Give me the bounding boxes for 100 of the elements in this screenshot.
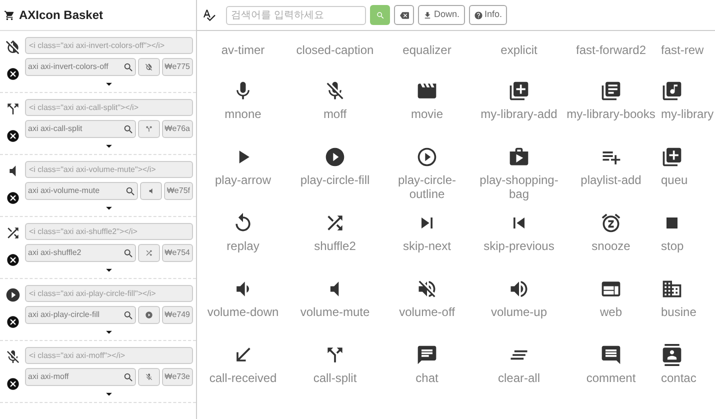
invert-colors-off-icon: [144, 63, 153, 71]
class-name: axi axi-invert-colors-off: [28, 61, 108, 73]
icon-label: comment: [586, 371, 636, 385]
mic-off-icon[interactable]: [324, 80, 346, 102]
toolbar-button[interactable]: Info.: [468, 5, 508, 25]
search-icon[interactable]: [122, 248, 134, 258]
icon-label: queu: [661, 173, 688, 187]
call-split-icon: [5, 101, 21, 117]
icon-preview-button[interactable]: [138, 306, 160, 324]
library-music-icon[interactable]: [661, 80, 683, 102]
shuffle-icon: [144, 249, 153, 257]
icon-label: chat: [416, 371, 438, 385]
code-field[interactable]: <i class="axi axi-volume-mute"></i>: [25, 161, 193, 178]
remove-icon[interactable]: [6, 315, 20, 329]
contact-card-icon[interactable]: [661, 344, 683, 366]
class-field[interactable]: axi axi-shuffle2: [25, 244, 136, 262]
remove-icon[interactable]: [6, 67, 20, 81]
mic-off-icon: [144, 373, 153, 381]
class-field[interactable]: axi axi-call-split: [25, 120, 136, 138]
invert-colors-off-icon: [5, 39, 21, 55]
code-field[interactable]: <i class="axi axi-play-circle-fill"></i>: [25, 285, 193, 302]
shopping-bag-icon[interactable]: [508, 146, 530, 168]
icon-label: call-received: [209, 371, 277, 385]
icon-label: busine: [661, 305, 696, 319]
search-icon[interactable]: [122, 124, 134, 134]
speaker-icon: [146, 187, 155, 195]
icon-label: play-shopping-bag: [478, 173, 560, 201]
library-add-icon[interactable]: [508, 80, 530, 102]
icon-label: volume-down: [207, 305, 279, 319]
icon-label: volume-up: [490, 305, 548, 319]
icon-label: my-library-books: [566, 107, 656, 121]
icon-label: explicit: [500, 43, 538, 57]
class-field[interactable]: axi axi-moff: [25, 368, 136, 386]
icon-label: replay: [226, 239, 260, 253]
icon-label: my-library: [661, 107, 714, 121]
class-field[interactable]: axi axi-play-circle-fill: [25, 306, 136, 324]
search-icon[interactable]: [122, 62, 134, 72]
icon-label: skip-previous: [484, 239, 554, 253]
icon-label: skip-next: [402, 239, 452, 253]
unicode-field[interactable]: ₩e749: [162, 306, 193, 324]
library-books-icon[interactable]: [600, 80, 622, 102]
alarm-clock-icon[interactable]: [600, 212, 622, 234]
icon-label: play-arrow: [214, 173, 271, 187]
icon-label: play-circle-outline: [396, 173, 457, 201]
icon-label: stop: [661, 239, 684, 253]
class-name: axi axi-moff: [28, 371, 69, 383]
icon-label: shuffle2: [314, 239, 356, 253]
icon-label: mnone: [224, 107, 262, 121]
code-field[interactable]: <i class="axi axi-moff"></i>: [25, 347, 193, 364]
icon-label: contac: [661, 371, 696, 385]
icon-preview-button[interactable]: [138, 58, 160, 76]
volume-off-icon[interactable]: [416, 278, 438, 300]
unicode-field[interactable]: ₩e75f: [164, 182, 193, 200]
call-split-icon: [144, 125, 153, 133]
icon-label: snooze: [592, 239, 630, 253]
icon-label: play-circle-fill: [300, 173, 370, 187]
icon-label: playlist-add: [580, 173, 642, 187]
icon-label: volume-mute: [300, 305, 370, 319]
clear-button[interactable]: [394, 5, 414, 25]
unicode-field[interactable]: ₩e775: [162, 58, 193, 76]
icon-label: equalizer: [402, 43, 452, 57]
search-icon[interactable]: [124, 186, 136, 196]
class-name: axi axi-shuffle2: [28, 247, 82, 259]
volume-up-icon[interactable]: [508, 278, 530, 300]
remove-icon[interactable]: [6, 129, 20, 143]
icon-label: clear-all: [498, 371, 540, 385]
search-icon[interactable]: [122, 310, 134, 320]
download-icon: [423, 10, 432, 20]
font-icon: [202, 8, 216, 22]
class-field[interactable]: axi axi-invert-colors-off: [25, 58, 136, 76]
backspace-icon: [400, 10, 408, 20]
help-icon: [474, 10, 483, 20]
class-name: axi axi-volume-mute: [28, 185, 100, 197]
chat-bubble-icon[interactable]: [416, 344, 438, 366]
unicode-field[interactable]: ₩e73e: [162, 368, 193, 386]
search-icon: [376, 10, 384, 20]
code-field[interactable]: <i class="axi axi-invert-colors-off"></i>: [25, 37, 193, 54]
class-name: axi axi-call-split: [28, 123, 82, 135]
queue-icon[interactable]: [661, 146, 683, 168]
class-field[interactable]: axi axi-volume-mute: [25, 182, 138, 200]
icon-label: call-split: [313, 371, 357, 385]
class-name: axi axi-play-circle-fill: [28, 309, 100, 321]
search-icon[interactable]: [122, 372, 134, 382]
remove-icon[interactable]: [6, 191, 20, 205]
search-field[interactable]: 검색어를 입력하세요: [226, 6, 366, 24]
code-field[interactable]: <i class="axi axi-shuffle2"></i>: [25, 223, 193, 240]
icon-label: volume-off: [399, 305, 455, 319]
comment-icon[interactable]: [600, 344, 622, 366]
play-circle-outline-icon[interactable]: [416, 146, 438, 168]
code-field[interactable]: <i class="axi axi-call-split"></i>: [25, 99, 193, 116]
icon-label: web: [600, 305, 622, 319]
unicode-field[interactable]: ₩e76a: [162, 120, 193, 138]
building-icon[interactable]: [661, 278, 683, 300]
mic-off-icon: [5, 349, 21, 365]
unicode-field[interactable]: ₩e754: [162, 244, 193, 262]
toolbar-button[interactable]: Down.: [418, 5, 465, 25]
remove-icon[interactable]: [6, 253, 20, 267]
shuffle-icon: [5, 225, 21, 241]
remove-icon[interactable]: [6, 377, 20, 391]
icon-label: av-timer: [221, 43, 265, 57]
